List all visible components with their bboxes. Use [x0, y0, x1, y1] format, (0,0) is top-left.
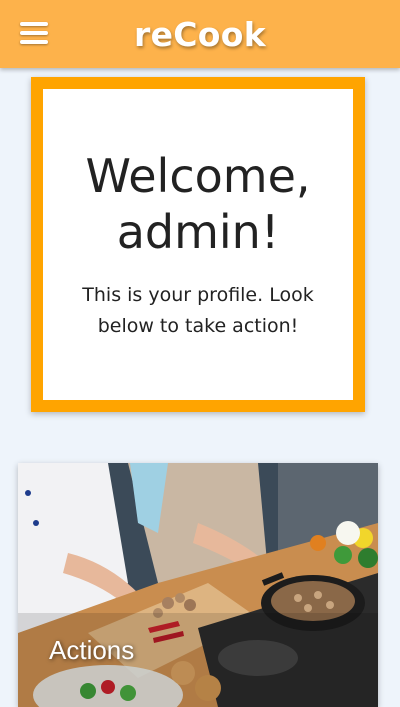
- hamburger-menu-icon[interactable]: [20, 22, 48, 46]
- actions-card[interactable]: Actions: [18, 463, 378, 707]
- cooking-kitchen-photo: [18, 463, 378, 707]
- app-header: reCook: [0, 0, 400, 68]
- welcome-card: Welcome, admin! This is your profile. Lo…: [31, 77, 365, 412]
- app-title: reCook: [134, 14, 266, 54]
- welcome-subtitle: This is your profile. Look below to take…: [82, 283, 314, 337]
- actions-label: Actions: [49, 635, 135, 665]
- welcome-title: Welcome, admin!: [85, 148, 311, 259]
